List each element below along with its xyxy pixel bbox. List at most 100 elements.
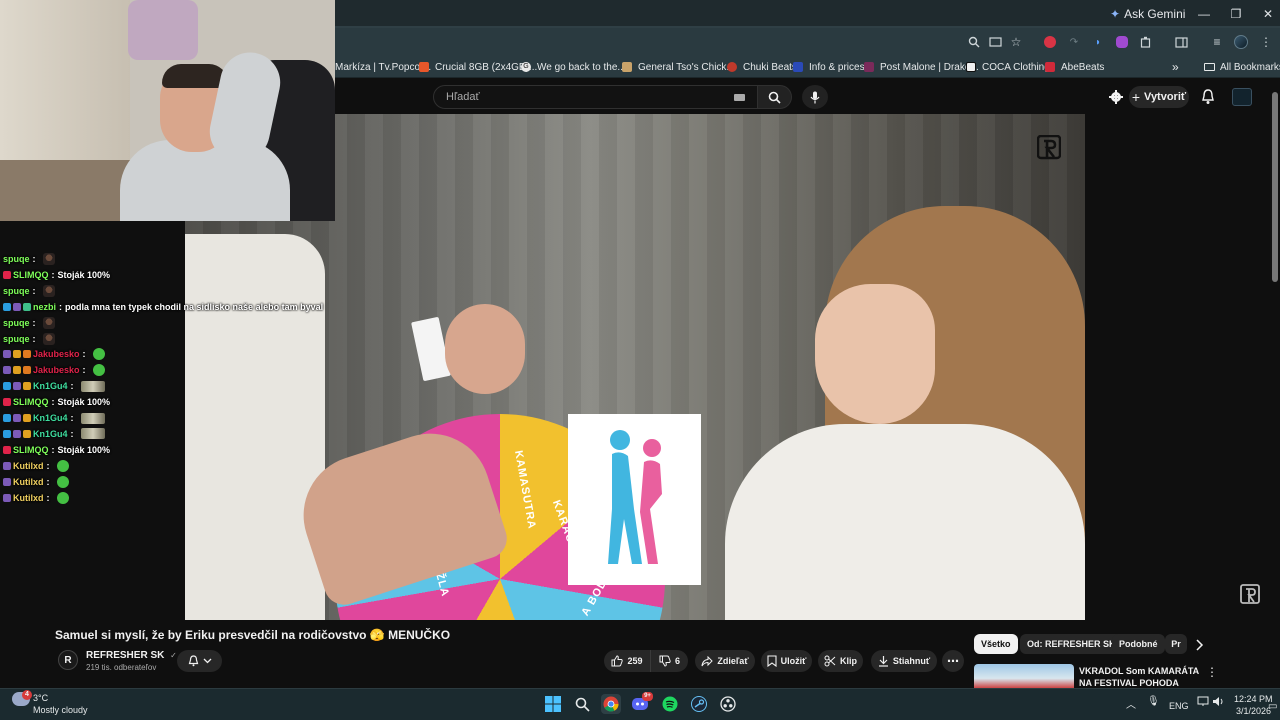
bookmark-item[interactable]: AbeBeats	[1045, 59, 1104, 75]
extensions-puzzle-icon[interactable]	[1138, 34, 1154, 50]
chat-username[interactable]: Kn1Gu4	[33, 413, 68, 423]
chat-username[interactable]: Jakubesko	[33, 365, 80, 375]
chevron-right-icon[interactable]	[1194, 638, 1204, 656]
chat-username[interactable]: Kutilxd	[13, 461, 44, 471]
all-bookmarks-button[interactable]: All Bookmarks	[1204, 59, 1280, 75]
chat-username[interactable]: Kutilxd	[13, 493, 44, 503]
dislike-button[interactable]: 6	[650, 650, 688, 672]
tray-overflow-chevron-icon[interactable]: ︿	[1126, 696, 1136, 711]
keyboard-language[interactable]: ENG	[1169, 701, 1189, 711]
tray-microphone-icon[interactable]: 🎙	[1147, 696, 1160, 707]
browser-menu-icon[interactable]: ⋮	[1258, 34, 1274, 50]
chat-username[interactable]: SLIMQQ	[13, 270, 49, 280]
create-button[interactable]: + Vytvoriť	[1129, 86, 1189, 108]
chat-separator: :	[51, 444, 55, 455]
chat-message: Kn1Gu4:	[3, 427, 105, 441]
profile-avatar-icon[interactable]	[1233, 34, 1249, 50]
chat-username[interactable]: Kutilxd	[13, 477, 44, 487]
minimize-button[interactable]: —	[1188, 7, 1220, 21]
like-button[interactable]: 259	[604, 650, 650, 672]
chat-username[interactable]: spuqe	[3, 334, 30, 344]
share-button[interactable]: Zdieľať	[695, 650, 755, 672]
extension-red-icon[interactable]	[1042, 34, 1058, 50]
account-avatar[interactable]	[1232, 88, 1252, 106]
chat-emote-green-icon	[56, 491, 69, 504]
spotify-icon[interactable]	[660, 694, 680, 714]
scrollbar-thumb[interactable]	[1272, 92, 1278, 282]
cast-icon[interactable]	[987, 34, 1003, 50]
gear-icon[interactable]	[1108, 89, 1124, 110]
weather-description[interactable]: Mostly cloudy	[33, 705, 88, 715]
chat-username[interactable]: spuqe	[3, 318, 30, 328]
save-button[interactable]: Uložiť	[761, 650, 812, 672]
chat-text: podla mna ten typek chodil na sidlisko n…	[65, 301, 324, 312]
bookmark-item[interactable]: COCA Clothing	[966, 59, 1050, 75]
extension-arrow-icon[interactable]: ↷	[1066, 34, 1082, 50]
bookmark-item[interactable]: General Tso's Chick...	[622, 59, 735, 75]
bookmark-item[interactable]: Markíza | Tv.Popcor...	[335, 59, 431, 75]
clock-date[interactable]: 3/1/2026	[1236, 706, 1271, 716]
recommendation-menu-icon[interactable]: ⋮	[1206, 665, 1218, 679]
search-input[interactable]: Hľadať	[433, 85, 758, 109]
chat-username[interactable]: nezbi	[33, 302, 56, 312]
voice-search-button[interactable]	[802, 85, 828, 109]
chat-badge-icon	[23, 366, 31, 375]
search-button[interactable]	[758, 85, 792, 109]
chip-from-channel[interactable]: Od: REFRESHER SK	[1020, 634, 1123, 654]
chat-message: spuqe:	[3, 316, 55, 330]
download-button[interactable]: Stiahnuť	[871, 650, 937, 672]
extension-purple-icon[interactable]	[1114, 34, 1130, 50]
chrome-icon[interactable]	[601, 694, 621, 714]
chat-message: SLIMQQ: Stoják 100%	[3, 443, 110, 457]
taskbar-search-icon[interactable]	[572, 694, 592, 714]
chat-separator: :	[59, 301, 63, 312]
chat-message: spuqe:	[3, 252, 55, 266]
chat-username[interactable]: Jakubesko	[33, 349, 80, 359]
channel-avatar[interactable]: R	[58, 650, 78, 670]
zoom-icon[interactable]	[966, 34, 982, 50]
tab-search-icon[interactable]: ≡	[1209, 34, 1225, 50]
bookmark-item[interactable]: Info & prices	[793, 59, 865, 75]
bookmarks-overflow-button[interactable]: »	[1172, 59, 1179, 75]
chat-username[interactable]: SLIMQQ	[13, 445, 49, 455]
recommendation-thumbnail[interactable]	[974, 664, 1074, 688]
bookmark-item[interactable]: Post Malone | Drake...	[864, 59, 979, 75]
obs-icon[interactable]	[718, 694, 738, 714]
scissors-icon	[824, 655, 836, 667]
bookmark-star-icon[interactable]: ☆	[1008, 34, 1024, 50]
ask-gemini-button[interactable]: ✦ Ask Gemini	[1110, 0, 1185, 28]
channel-name[interactable]: REFRESHER SK ✓	[86, 650, 177, 661]
side-panel-icon[interactable]	[1173, 34, 1189, 50]
tray-monitor-icon[interactable]	[1197, 696, 1209, 709]
windows-start-icon[interactable]	[543, 694, 563, 714]
chat-username[interactable]: Kn1Gu4	[33, 429, 68, 439]
notifications-subscribe-button[interactable]	[177, 650, 222, 672]
extension-wave-icon[interactable]: ◗	[1090, 34, 1106, 50]
chat-username[interactable]: spuqe	[3, 254, 30, 264]
chat-username[interactable]: Kn1Gu4	[33, 381, 68, 391]
chat-badge-icon	[3, 493, 11, 502]
chat-separator: :	[70, 381, 74, 392]
clip-button[interactable]: Klip	[818, 650, 863, 672]
keyboard-icon[interactable]	[734, 93, 745, 101]
clock-time[interactable]: 12:24 PM	[1234, 694, 1273, 704]
notifications-bell-icon[interactable]	[1201, 89, 1215, 110]
chip-related[interactable]: Podobné	[1112, 634, 1165, 654]
chat-username[interactable]: spuqe	[3, 286, 30, 296]
chip-partial[interactable]: Pr	[1165, 634, 1187, 654]
volume-icon[interactable]	[1212, 696, 1225, 709]
chip-all[interactable]: Všetko	[974, 634, 1018, 654]
weather-temperature[interactable]: 3°C	[33, 693, 48, 703]
bookmark-item[interactable]: Chuki Beats	[727, 59, 797, 75]
bookmark-item[interactable]: Crucial 8GB (2x4GB)...	[419, 59, 537, 75]
steam-icon[interactable]	[689, 694, 709, 714]
close-window-button[interactable]: ✕	[1252, 7, 1280, 21]
bookmark-favicon	[622, 62, 632, 72]
more-actions-button[interactable]: ⋯	[942, 650, 964, 672]
microphone-icon	[810, 91, 820, 103]
chat-username[interactable]: SLIMQQ	[13, 397, 49, 407]
bookmark-item[interactable]: G We go back to the...	[521, 59, 626, 75]
chat-separator: :	[32, 254, 36, 264]
restore-button[interactable]: ❐	[1220, 7, 1252, 21]
notification-center-icon[interactable]: ▭	[1268, 701, 1277, 712]
